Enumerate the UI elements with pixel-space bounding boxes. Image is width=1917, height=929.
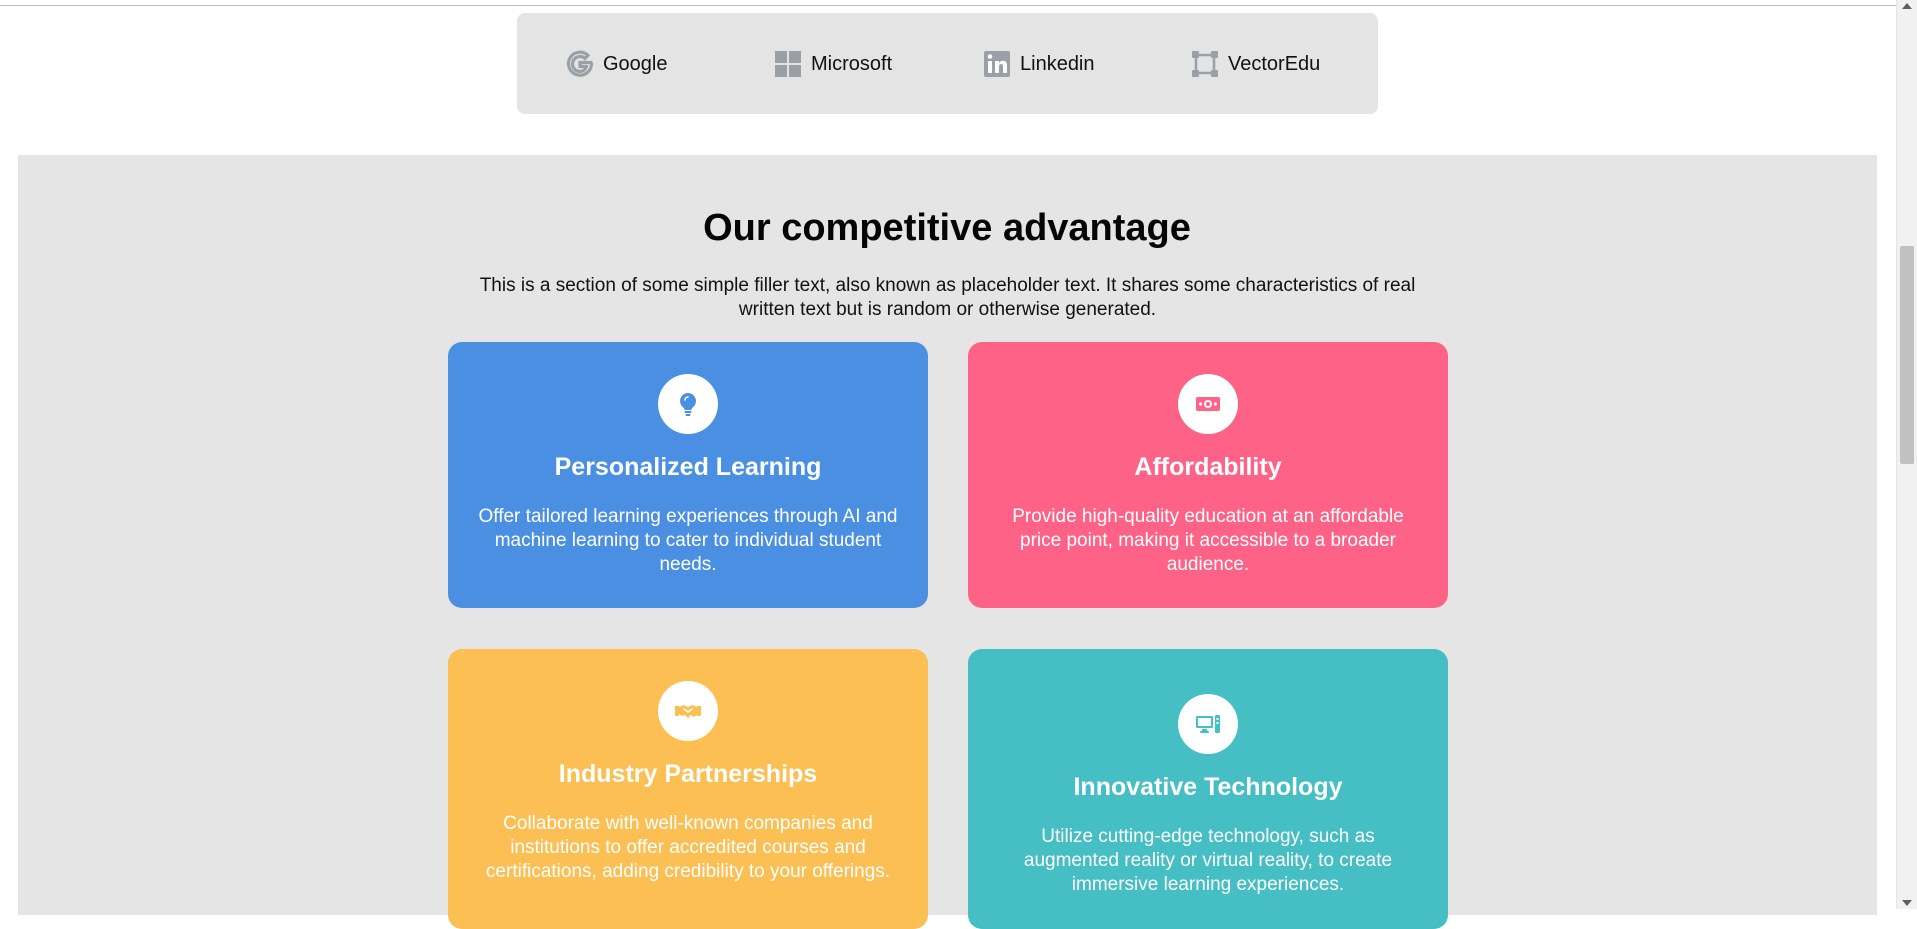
logo-label: Microsoft bbox=[811, 52, 893, 75]
card-industry-partnerships: Industry Partnerships Collaborate with w… bbox=[448, 649, 928, 929]
money-bill-icon bbox=[1178, 374, 1238, 434]
card-text: Provide high-quality education at an aff… bbox=[1012, 506, 1404, 575]
card-title: Personalized Learning bbox=[554, 453, 822, 481]
scroll-up-icon[interactable] bbox=[1902, 3, 1912, 9]
scroll-down-icon[interactable] bbox=[1902, 900, 1912, 906]
card-text: Collaborate with well-known companies an… bbox=[485, 813, 891, 882]
vertical-scrollbar[interactable] bbox=[1896, 0, 1917, 909]
vector-square-icon bbox=[1190, 49, 1220, 79]
browser-top-border bbox=[0, 0, 1897, 6]
card-text: Offer tailored learning experiences thro… bbox=[478, 506, 898, 575]
card-title: Industry Partnerships bbox=[558, 760, 818, 788]
section-intro: This is a section of some simple filler … bbox=[479, 275, 1416, 320]
handshake-icon bbox=[658, 681, 718, 741]
logo-label: VectorEdu bbox=[1228, 52, 1321, 75]
logo-linkedin: Linkedin bbox=[982, 49, 1095, 79]
partner-logos-bar: Google Microsoft Linkedin VectorEdu bbox=[517, 13, 1378, 114]
card-text: Utilize cutting-edge technology, such as… bbox=[1023, 826, 1393, 895]
logo-google: Google bbox=[565, 49, 668, 79]
computer-icon bbox=[1178, 694, 1238, 754]
lightbulb-icon bbox=[658, 374, 718, 434]
linkedin-icon bbox=[982, 49, 1012, 79]
card-title: Innovative Technology bbox=[1073, 773, 1343, 801]
google-icon bbox=[565, 49, 595, 79]
card-affordability: Affordability Provide high-quality educa… bbox=[968, 342, 1448, 608]
card-personalized-learning: Personalized Learning Offer tailored lea… bbox=[448, 342, 928, 608]
card-title: Affordability bbox=[1134, 453, 1282, 481]
section-title: Our competitive advantage bbox=[703, 207, 1191, 249]
logo-label: Google bbox=[603, 52, 668, 75]
card-innovative-technology: Innovative Technology Utilize cutting-ed… bbox=[968, 649, 1448, 929]
advantage-section bbox=[18, 155, 1877, 915]
logo-vectoredu: VectorEdu bbox=[1190, 49, 1320, 79]
logo-microsoft: Microsoft bbox=[773, 49, 892, 79]
scrollbar-thumb[interactable] bbox=[1900, 246, 1914, 464]
logo-label: Linkedin bbox=[1020, 52, 1095, 75]
microsoft-icon bbox=[773, 49, 803, 79]
